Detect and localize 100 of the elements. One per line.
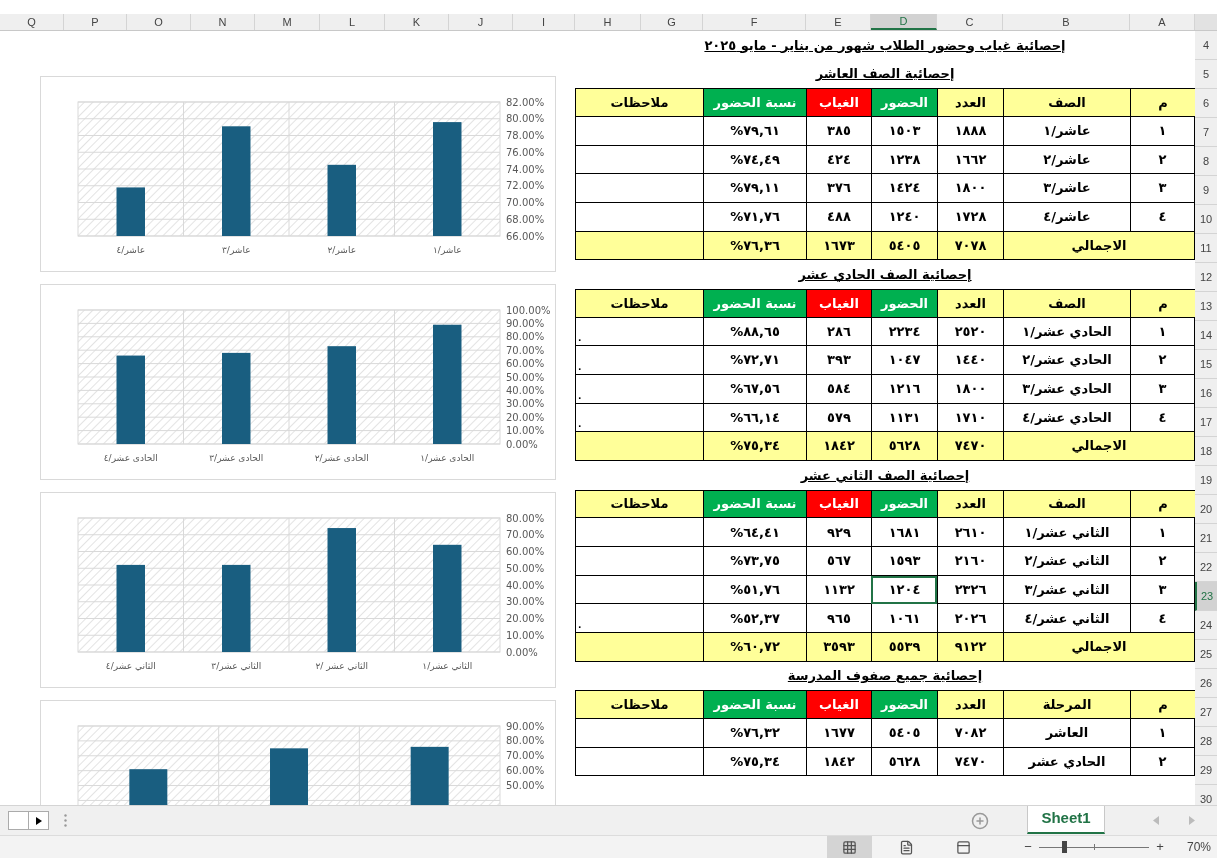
row-header[interactable]: 17 (1195, 408, 1217, 437)
column-header[interactable]: G (641, 14, 703, 30)
right-triangle-icon (35, 816, 42, 825)
column-header[interactable]: H (575, 14, 641, 30)
row-header[interactable]: 29 (1195, 756, 1217, 785)
row-header[interactable]: 9 (1195, 176, 1217, 205)
row-header[interactable]: 26 (1195, 669, 1217, 698)
table-cell: ١ (1130, 117, 1195, 146)
table-cell: ١٦٦٢ (937, 145, 1003, 175)
column-heading: الحضور (871, 691, 937, 720)
column-header[interactable]: N (191, 14, 255, 30)
column-heading: الحضور (871, 290, 937, 318)
zoom-slider-thumb[interactable] (1062, 841, 1068, 853)
axis-tick-label: 20.00% (506, 613, 545, 624)
table-cell: ٢٢٣٤ (871, 317, 937, 347)
row-header[interactable]: 27 (1195, 698, 1217, 727)
column-header[interactable]: F (703, 14, 806, 30)
table-cell: %٥٢,٣٧ (703, 604, 806, 634)
row-header[interactable]: 5 (1195, 60, 1217, 89)
row-header[interactable]: 21 (1195, 524, 1217, 553)
row-header[interactable]: 8 (1195, 147, 1217, 176)
row-header[interactable]: 24 (1195, 611, 1217, 640)
section-title: إحصائية الصف العاشر (815, 65, 955, 84)
column-heading: م (1130, 290, 1195, 318)
table-cell: %٧٦,٣٢ (703, 719, 806, 748)
column-header[interactable]: J (449, 14, 513, 30)
table-cell: ٥٧٩ (806, 403, 871, 433)
table-cell: %٧١,٧٦ (703, 203, 806, 232)
table-cell: ١ (1130, 317, 1195, 347)
row-header[interactable]: 12 (1195, 263, 1217, 292)
table-cell: الحادي عشر/٢ (1003, 346, 1130, 376)
row-header[interactable]: 14 (1195, 321, 1217, 350)
row-header[interactable]: 20 (1195, 495, 1217, 524)
category-label: عاشر/١ (433, 245, 462, 255)
table-cell: الثاني عشر/٢ (1003, 547, 1130, 576)
table-cell: ١٤٢٤ (871, 174, 937, 204)
category-label: الحادى عشر/٤ (103, 453, 158, 463)
drag-handle-icon[interactable] (64, 814, 67, 827)
view-button[interactable] (826, 835, 872, 858)
row-header[interactable]: 11 (1195, 234, 1217, 263)
table-cell: ٢٣٢٦ (937, 575, 1003, 605)
table-cell: ١٧٢٨ (937, 203, 1003, 232)
row-header[interactable]: 7 (1195, 118, 1217, 147)
row-header[interactable]: 6 (1195, 89, 1217, 118)
new-sheet-icon[interactable] (971, 811, 989, 830)
column-heading: م (1130, 89, 1195, 117)
row-header[interactable]: 23 (1195, 582, 1217, 611)
row-header[interactable]: 28 (1195, 727, 1217, 756)
table-cell: %٧٣,٧٥ (703, 547, 806, 576)
column-heading: الحضور (871, 490, 937, 519)
axis-tick-label: 80.00% (506, 735, 545, 747)
axis-tick-label: 10.00% (506, 425, 545, 437)
zoom-in-button[interactable]: + (1152, 837, 1167, 857)
table-cell: ١٨٠٠ (937, 174, 1003, 204)
row-header[interactable]: 13 (1195, 292, 1217, 321)
row-header[interactable]: 18 (1195, 437, 1217, 466)
column-heading: الغياب (806, 691, 871, 720)
sheet-tab[interactable]: Sheet1 (1027, 805, 1105, 834)
column-heading: العدد (937, 290, 1003, 318)
row-header[interactable]: 4 (1195, 31, 1217, 60)
table-cell: ١٨٠٠ (937, 375, 1003, 404)
table-cell: ١١٣١ (871, 403, 937, 433)
column-header[interactable]: O (127, 14, 191, 30)
axis-tick-label: 100.00% (506, 304, 551, 316)
column-header[interactable]: I (513, 14, 575, 30)
row-header[interactable]: 16 (1195, 379, 1217, 408)
column-header[interactable]: A (1130, 14, 1195, 30)
table-cell: ١٨٤٢ (806, 747, 871, 777)
table-cell: ١٢٠٤ (871, 575, 937, 605)
table-cell: عاشر/١ (1003, 117, 1130, 146)
table-cell: ٣٩٣ (806, 346, 871, 376)
row-header[interactable]: 15 (1195, 350, 1217, 379)
axis-tick-label: 20.00% (506, 411, 545, 423)
bar (327, 164, 356, 236)
axis-tick-label: 70.00% (506, 750, 545, 762)
column-header[interactable]: Q (0, 14, 64, 30)
column-header[interactable]: D (871, 14, 937, 30)
table-cell: ١٦٧٧ (806, 719, 871, 748)
table-cell: ٢٥٢٠ (937, 317, 1003, 347)
row-header[interactable]: 19 (1195, 466, 1217, 495)
total-cell: ١٨٤٢ (806, 432, 871, 462)
column-header[interactable]: E (806, 14, 871, 30)
column-header[interactable]: P (64, 14, 127, 30)
zoom-out-button[interactable]: − (1020, 837, 1035, 857)
category-label: الثاني عشر/٤ (105, 661, 156, 671)
column-header[interactable]: B (1003, 14, 1130, 30)
table-cell: العاشر (1003, 719, 1130, 748)
axis-tick-label: 70.00% (506, 197, 545, 208)
table-cell: ٢٦١٠ (937, 518, 1003, 548)
row-header[interactable]: 10 (1195, 205, 1217, 234)
page-layout-icon (898, 839, 914, 855)
row-header[interactable]: 25 (1195, 640, 1217, 669)
zoom-slider[interactable] (1038, 840, 1149, 854)
column-header[interactable]: K (385, 14, 449, 30)
column-header[interactable]: L (320, 14, 385, 30)
axis-tick-label: 70.00% (506, 529, 545, 541)
column-header[interactable]: M (255, 14, 320, 30)
table-cell: ٤٢٤ (806, 145, 871, 175)
zoom-level: 70% (1186, 839, 1211, 856)
table-cell: ٤ (1130, 403, 1195, 433)
